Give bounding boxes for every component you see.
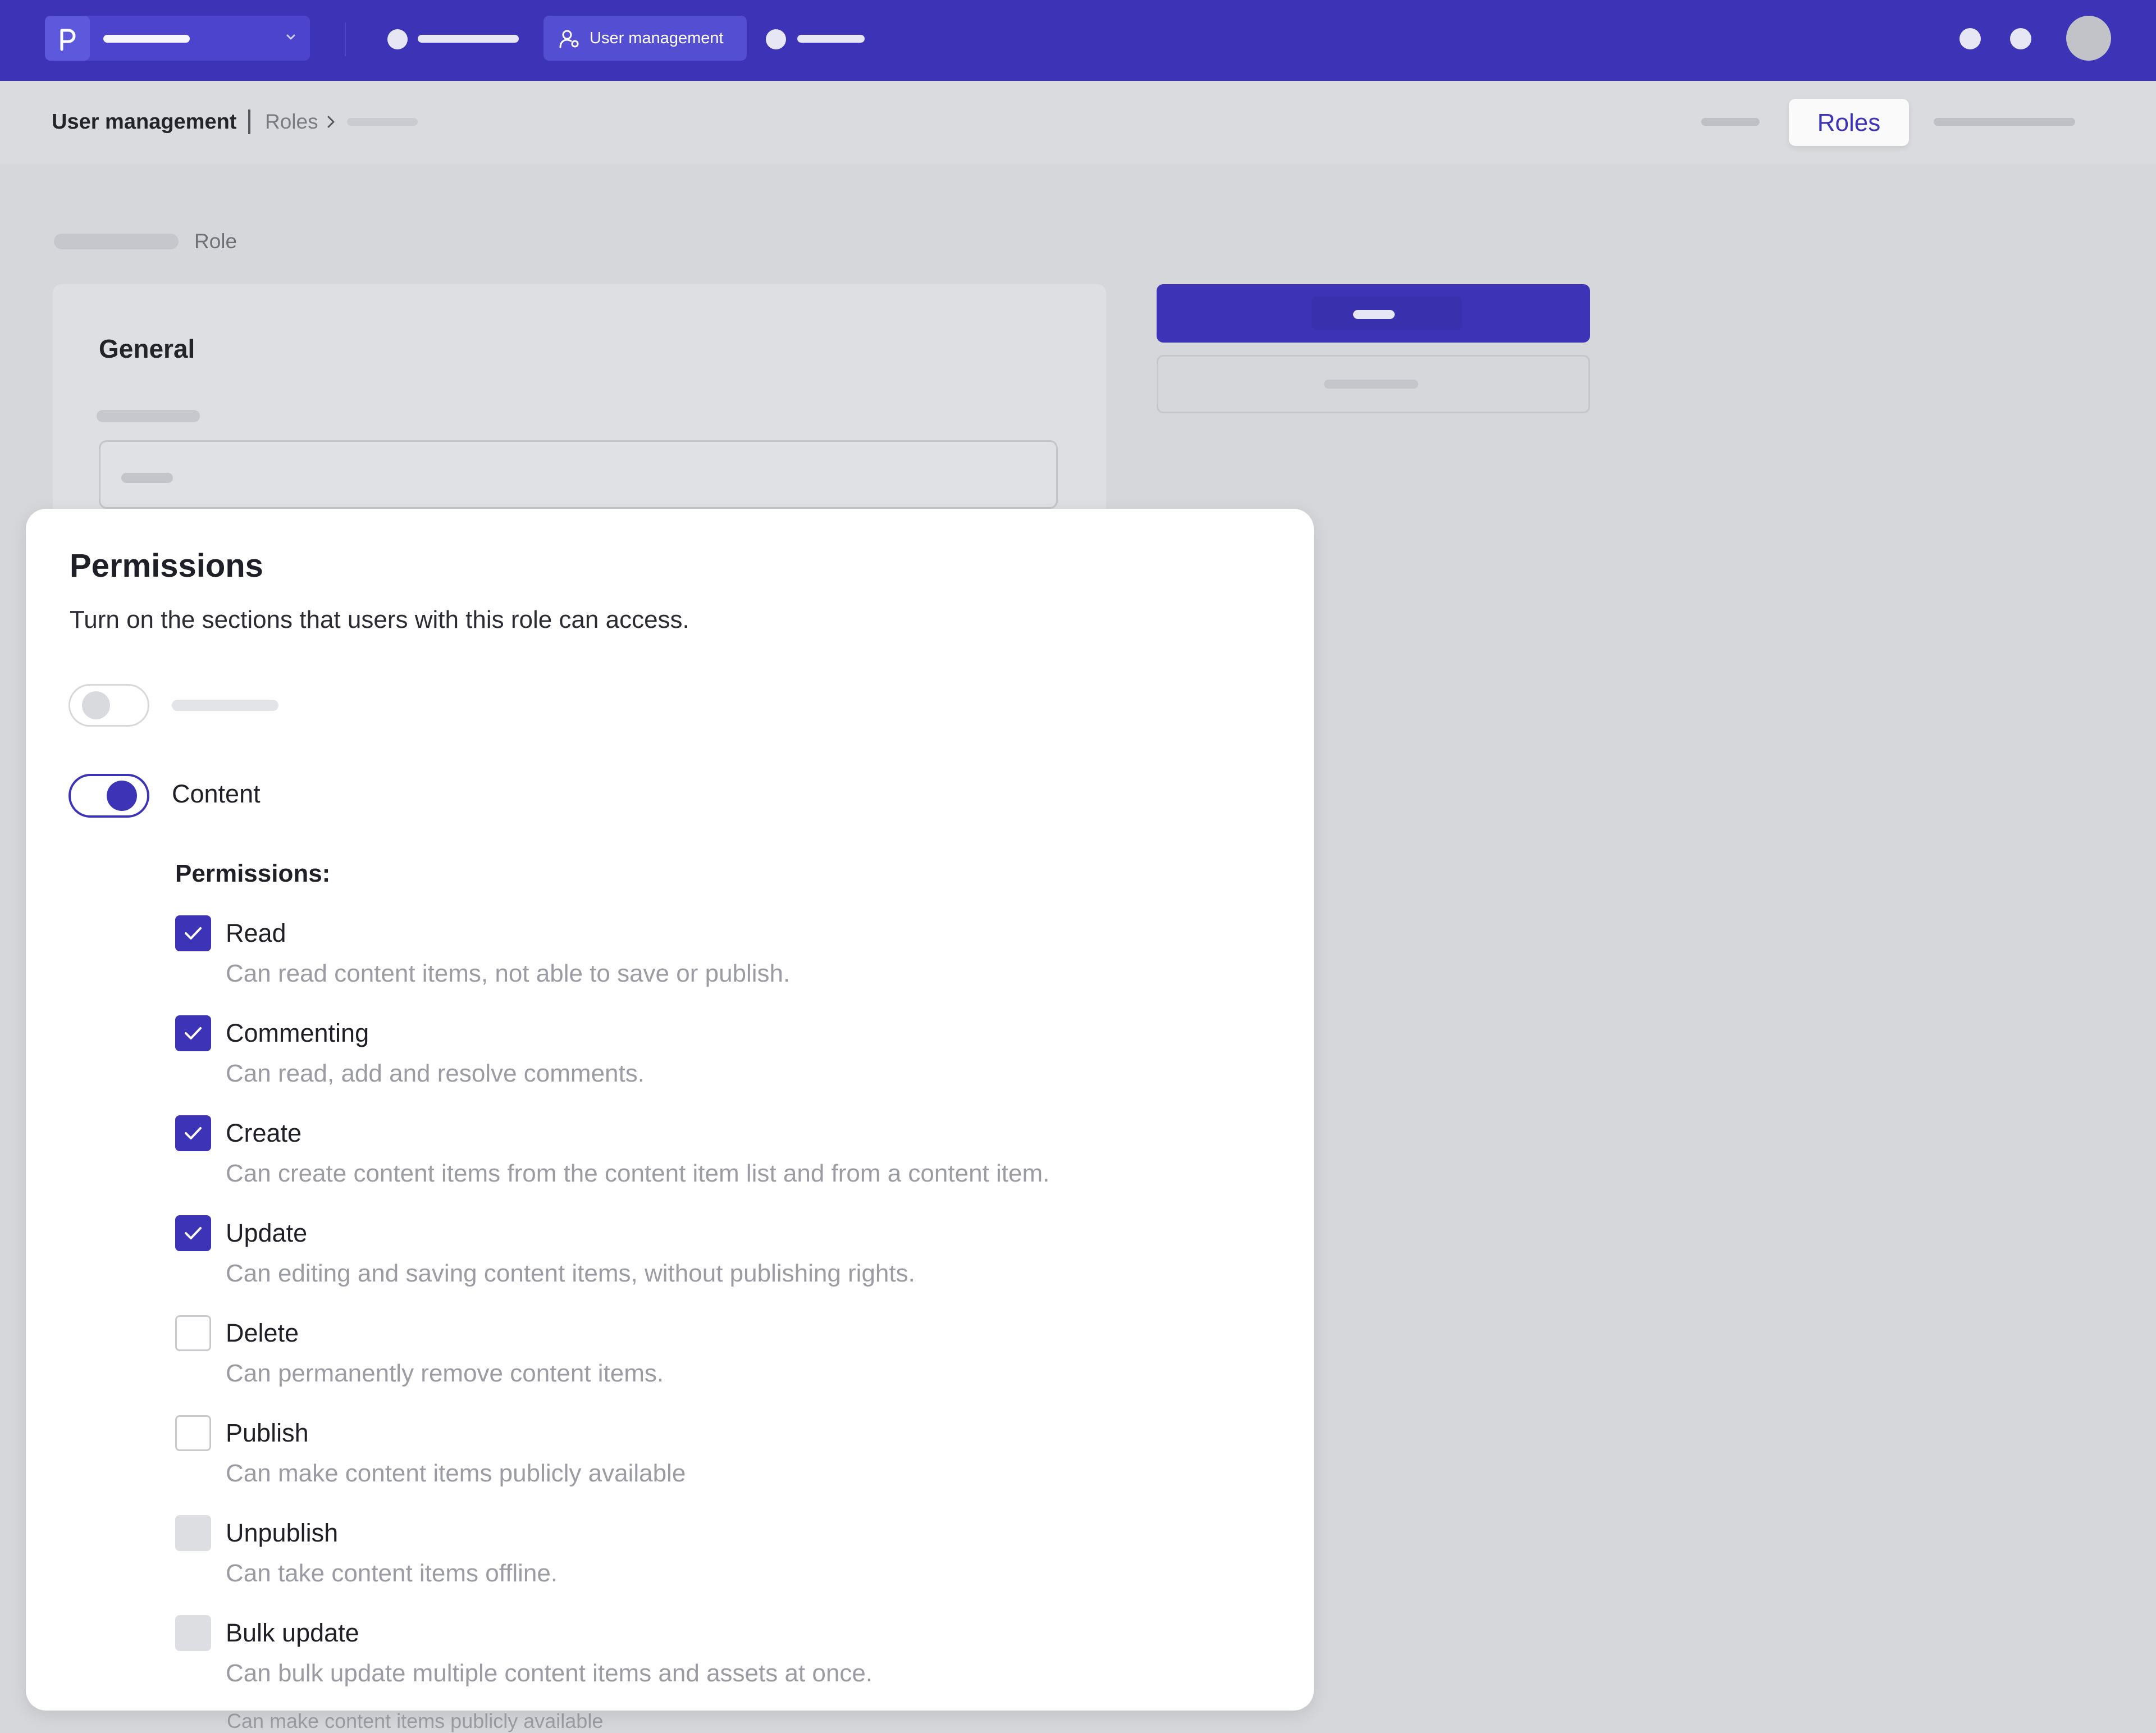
toggle-knob <box>107 781 137 811</box>
permissions-list-heading: Permissions: <box>175 860 331 887</box>
nav-item-icon[interactable] <box>766 29 786 49</box>
unpublish-label: Unpublish <box>226 1518 339 1547</box>
create-label[interactable]: Create <box>226 1119 302 1148</box>
read-label[interactable]: Read <box>226 919 286 948</box>
back-link-placeholder[interactable] <box>54 234 179 249</box>
permissions-subtitle: Turn on the sections that users with thi… <box>70 606 689 633</box>
breadcrumb-roles[interactable]: Roles <box>265 110 318 134</box>
publish-checkbox[interactable] <box>175 1415 211 1451</box>
bulk-update-label: Bulk update <box>226 1618 359 1647</box>
permissions-title: Permissions <box>70 548 263 584</box>
breadcrumb-divider <box>248 110 250 134</box>
section-toggle-label-placeholder <box>172 700 278 711</box>
avatar[interactable] <box>2066 16 2111 61</box>
create-checkbox[interactable] <box>175 1115 211 1151</box>
update-label[interactable]: Update <box>226 1219 307 1248</box>
general-card-title: General <box>99 334 195 363</box>
subnav-tab-placeholder[interactable] <box>1701 118 1760 126</box>
breadcrumb-placeholder <box>347 118 418 126</box>
background-permission-description: Can make content items publicly availabl… <box>227 1709 604 1732</box>
tab-roles-label: Roles <box>1817 109 1881 136</box>
field-label-placeholder <box>97 410 200 422</box>
delete-description: Can permanently remove content items. <box>226 1360 664 1387</box>
chevron-right-icon <box>325 113 338 133</box>
cancel-button-label-placeholder <box>1324 380 1418 389</box>
update-description: Can editing and saving content items, wi… <box>226 1260 915 1287</box>
unpublish-checkbox <box>175 1515 211 1551</box>
nav-item-icon[interactable] <box>387 29 408 49</box>
workspace-name-placeholder <box>103 35 190 43</box>
p-logo-icon[interactable] <box>45 16 90 61</box>
help-icon[interactable] <box>1959 28 1981 49</box>
read-description: Can read content items, not able to save… <box>226 960 791 987</box>
check-icon <box>185 1027 202 1039</box>
page-heading-role: Role <box>194 230 237 253</box>
subnav-tab-placeholder[interactable] <box>1934 118 2075 126</box>
nav-divider <box>345 22 346 56</box>
publish-description: Can make content items publicly availabl… <box>226 1460 686 1487</box>
check-icon <box>185 1227 202 1239</box>
toggle-knob <box>82 691 110 719</box>
input-value-placeholder <box>121 473 173 483</box>
role-name-input[interactable] <box>99 440 1058 509</box>
delete-label[interactable]: Delete <box>226 1319 299 1348</box>
check-icon <box>185 927 202 940</box>
delete-checkbox[interactable] <box>175 1315 211 1351</box>
breadcrumb-section[interactable]: User management <box>52 110 236 134</box>
bulk-update-description: Can bulk update multiple content items a… <box>226 1659 873 1687</box>
bulk-update-checkbox <box>175 1615 211 1651</box>
commenting-label[interactable]: Commenting <box>226 1019 369 1048</box>
top-navigation-bar <box>0 0 2156 81</box>
update-checkbox[interactable] <box>175 1215 211 1251</box>
create-description: Can create content items from the conten… <box>226 1160 1050 1187</box>
check-icon <box>185 1127 202 1139</box>
content-toggle-label: Content <box>172 779 261 808</box>
commenting-checkbox[interactable] <box>175 1015 211 1051</box>
user-settings-icon <box>559 29 581 51</box>
publish-label[interactable]: Publish <box>226 1419 309 1448</box>
save-button-label-placeholder <box>1353 310 1395 319</box>
nav-item-user-management-label: User management <box>590 29 724 47</box>
nav-item-label-placeholder[interactable] <box>418 35 519 43</box>
read-checkbox[interactable] <box>175 915 211 951</box>
nav-item-label-placeholder[interactable] <box>797 35 865 43</box>
unpublish-description: Can take content items offline. <box>226 1559 558 1587</box>
permissions-panel <box>26 509 1314 1711</box>
notifications-icon[interactable] <box>2010 28 2031 49</box>
commenting-description: Can read, add and resolve comments. <box>226 1060 645 1087</box>
chevron-down-icon[interactable] <box>283 29 299 48</box>
